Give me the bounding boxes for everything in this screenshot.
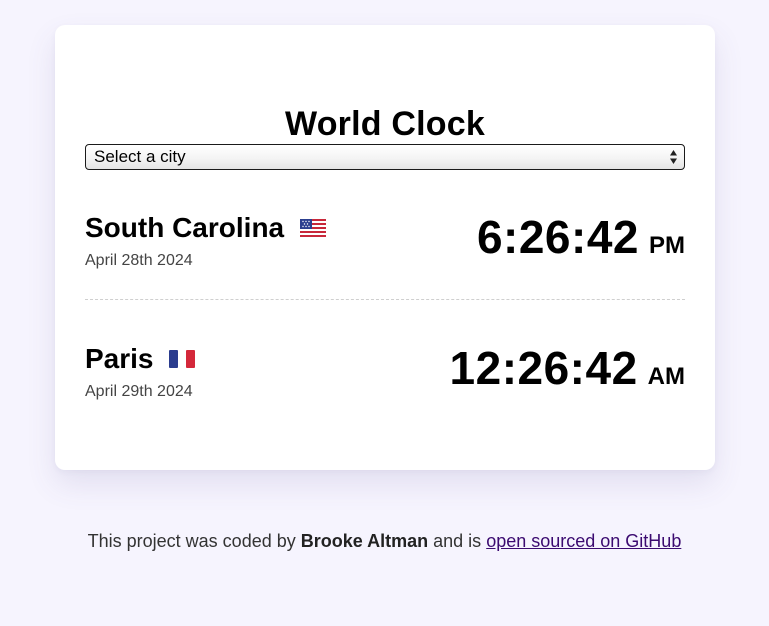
select-arrows-icon	[670, 150, 677, 164]
city-name-label: South Carolina	[85, 212, 285, 243]
city-name-label: Paris	[85, 343, 154, 374]
city-date: April 28th 2024	[85, 252, 193, 269]
footer-middle: and is	[433, 531, 482, 551]
city-time: 6:26:42 PM	[477, 210, 685, 264]
footer-author: Brooke Altman	[300, 531, 429, 551]
github-link[interactable]: open sourced on GitHub	[486, 531, 681, 551]
city-select-value: Select a city	[94, 147, 186, 166]
city-row-paris: Paris April 29th 2024 12:26:42 AM	[85, 341, 685, 431]
world-clock-card: World Clock Select a city South Carolina	[55, 25, 715, 470]
time-digits: 12:26:42	[449, 342, 638, 394]
city-name: Paris	[85, 343, 196, 375]
footer-prefix: This project was coded by	[87, 531, 296, 551]
time-digits: 6:26:42	[476, 211, 639, 263]
time-ampm: AM	[647, 363, 685, 390]
city-select[interactable]: Select a city	[85, 144, 685, 170]
time-ampm: PM	[649, 232, 685, 259]
city-row-south-carolina: South Carolina April 28th 2024 6:26:42 P…	[85, 210, 685, 300]
us-flag-icon	[299, 218, 326, 237]
footer: This project was coded by Brooke Altman …	[0, 531, 769, 552]
city-date: April 29th 2024	[85, 383, 193, 400]
city-name: South Carolina	[85, 212, 326, 244]
city-time: 12:26:42 AM	[450, 341, 685, 395]
page-title: World Clock	[285, 105, 485, 143]
fr-flag-icon	[169, 349, 196, 368]
